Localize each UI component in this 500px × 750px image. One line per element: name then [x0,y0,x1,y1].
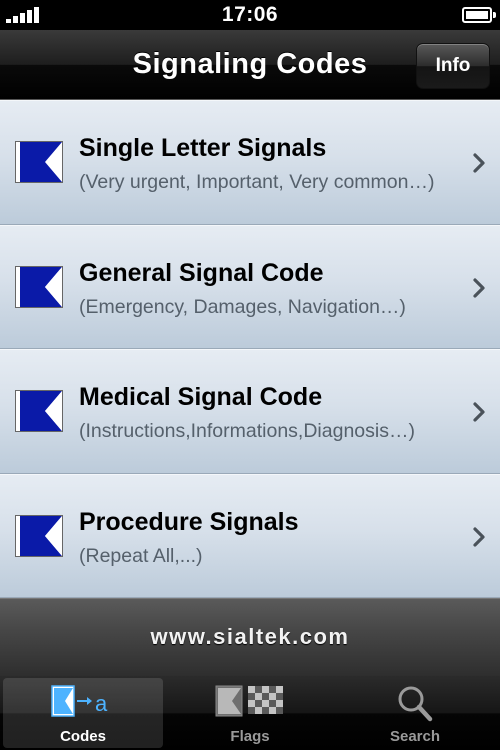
tab-codes[interactable]: a Codes [3,678,163,748]
list-item-procedure-signals[interactable]: Procedure Signals (Repeat All,...) [0,473,500,598]
code-flag-icon [15,390,63,432]
flags-tab-icon [215,685,283,717]
list-item-subtitle: (Instructions,Informations,Diagnosis…) [79,420,415,442]
tab-flags-label: Flags [230,728,270,745]
navigation-bar: Signaling Codes Info [0,30,500,100]
chevron-right-icon [473,402,485,422]
status-bar: 17:06 [0,0,500,30]
battery-icon [462,7,496,23]
svg-text:a: a [95,691,108,716]
list-item-title: Single Letter Signals [79,134,327,162]
list-item-title: General Signal Code [79,258,324,287]
list-item-subtitle: (Emergency, Damages, Navigation…) [79,295,406,318]
tab-search[interactable]: Search [335,678,495,748]
list-item-general-signal-code[interactable]: General Signal Code (Emergency, Damages,… [0,224,500,349]
codes-tab-icon: a [51,685,108,717]
code-flag-icon [15,514,63,557]
chevron-right-icon [473,153,485,173]
chevron-right-icon [473,277,485,298]
code-flag-icon [15,265,63,308]
codes-list: Single Letter Signals (Very urgent, Impo… [0,100,500,598]
list-item-title: Procedure Signals [79,507,299,536]
chevron-right-icon [473,526,485,547]
code-flag-icon [15,141,63,183]
website-link[interactable]: www.sialtek.com [0,624,500,650]
info-button[interactable]: Info [416,43,490,89]
list-item-title: Medical Signal Code [79,383,323,411]
tab-search-label: Search [389,728,441,745]
list-item-subtitle: (Repeat All,...) [79,544,203,567]
list-item-subtitle: (Very urgent, Important, Very common…) [79,171,435,193]
website-banner[interactable]: www.sialtek.com [0,598,500,676]
tab-flags[interactable]: Flags [170,678,330,748]
list-item-medical-signal-code[interactable]: Medical Signal Code (Instructions,Inform… [0,349,500,474]
status-time: 17:06 [221,3,279,26]
tab-codes-label: Codes [60,728,106,745]
search-icon [398,686,433,722]
tab-bar: a Codes Flags Search [0,676,500,750]
list-item-single-letter-signals[interactable]: Single Letter Signals (Very urgent, Impo… [0,100,500,225]
